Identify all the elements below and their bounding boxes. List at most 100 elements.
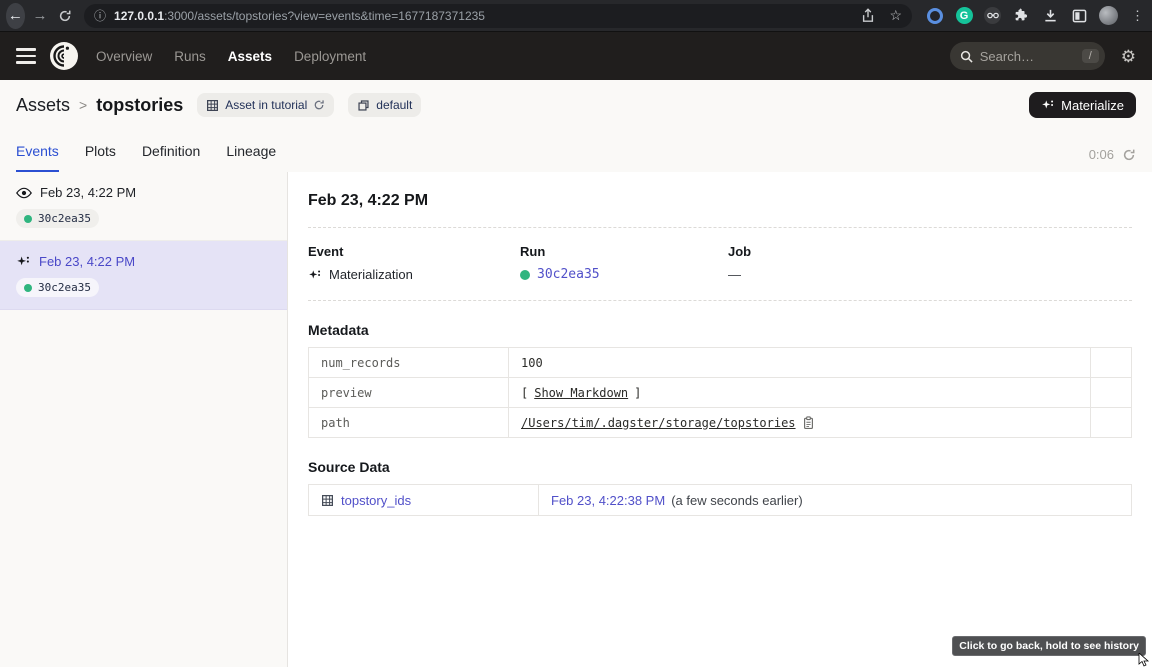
metadata-extra-cell (1091, 348, 1131, 377)
search-placeholder: Search… (980, 49, 1034, 64)
table-row: preview [ Show Markdown] (309, 378, 1131, 408)
grammarly-extension-icon[interactable]: G (955, 7, 973, 25)
run-status-dot (520, 270, 530, 280)
run-id-link[interactable]: 30c2ea35 (537, 267, 600, 282)
event-detail-panel: Feb 23, 4:22 PM Event Materialization (288, 172, 1152, 667)
run-status-dot (24, 215, 32, 223)
materialize-button-label: Materialize (1061, 98, 1124, 113)
run-id-tag[interactable]: 30c2ea35 (16, 209, 99, 228)
show-markdown-link[interactable]: Show Markdown (534, 386, 628, 400)
run-id: 30c2ea35 (38, 212, 91, 225)
metadata-extra-cell (1091, 378, 1131, 407)
table-row: path /Users/tim/.dagster/storage/topstor… (309, 408, 1131, 438)
reload-icon (58, 9, 72, 23)
source-timestamp-link[interactable]: Feb 23, 4:22:38 PM (551, 493, 665, 508)
metadata-heading: Metadata (308, 322, 1132, 338)
metadata-key: num_records (309, 348, 509, 377)
table-row: topstory_ids Feb 23, 4:22:38 PM (a few s… (309, 485, 1131, 515)
nav-item-assets[interactable]: Assets (228, 49, 272, 64)
browser-menu-icon[interactable]: ⋮ (1131, 8, 1144, 24)
extensions-puzzle-icon[interactable] (1012, 7, 1030, 25)
divider (308, 227, 1132, 228)
table-grid-icon (321, 494, 334, 507)
run-id: 30c2ea35 (38, 281, 91, 294)
downloads-icon[interactable] (1041, 7, 1059, 25)
breadcrumb-assets[interactable]: Assets (16, 95, 70, 116)
page-title-asset-name: topstories (96, 95, 183, 116)
settings-gear-icon[interactable]: ⚙ (1121, 48, 1136, 65)
run-id-tag[interactable]: 30c2ea35 (16, 278, 99, 297)
asset-group-tag[interactable]: Asset in tutorial (197, 93, 334, 117)
password-extension-icon[interactable] (926, 7, 944, 25)
run-status-dot (24, 284, 32, 292)
table-grid-icon (206, 99, 219, 112)
browser-toolbar: ← → ⓘ 127.0.0.1 :3000/assets/topstories?… (0, 0, 1152, 32)
upstream-asset-link[interactable]: topstory_ids (341, 493, 411, 508)
browser-back-button[interactable]: ← (6, 3, 25, 29)
reload-definitions-icon[interactable] (313, 99, 325, 111)
app-navbar: Overview Runs Assets Deployment Search… … (0, 32, 1152, 80)
divider (308, 300, 1132, 301)
tab-events[interactable]: Events (16, 143, 59, 172)
site-info-icon[interactable]: ⓘ (94, 7, 106, 24)
browser-extensions: G (926, 6, 1152, 25)
metadata-value: 100 (521, 356, 543, 370)
tab-definition[interactable]: Definition (142, 143, 200, 172)
profile-avatar[interactable] (1099, 6, 1118, 25)
glasses-extension-icon[interactable] (984, 7, 1001, 24)
bookmark-icon[interactable]: ☆ (889, 7, 902, 24)
repo-location-tag-label: default (376, 98, 412, 112)
sparkle-icon (1041, 98, 1055, 112)
refresh-countdown: 0:06 (1089, 147, 1114, 162)
run-column-label: Run (520, 244, 728, 259)
metadata-key: preview (309, 378, 509, 407)
sparkle-icon (16, 254, 31, 269)
browser-forward-button[interactable]: → (31, 3, 50, 29)
dagster-asset-page: ← → ⓘ 127.0.0.1 :3000/assets/topstories?… (0, 0, 1152, 667)
tab-plots[interactable]: Plots (85, 143, 116, 172)
search-input[interactable]: Search… / (950, 42, 1105, 70)
metadata-table: num_records 100 preview [Show Markdown] … (308, 347, 1132, 438)
source-timestamp-note: (a few seconds earlier) (671, 493, 803, 508)
job-column-label: Job (728, 244, 751, 259)
job-value: — (728, 267, 741, 282)
address-bar[interactable]: ⓘ 127.0.0.1 :3000/assets/topstories?view… (84, 4, 912, 28)
search-icon (960, 50, 973, 63)
copy-to-clipboard-icon[interactable] (802, 416, 815, 430)
url-host: 127.0.0.1 (114, 9, 164, 23)
asset-tabs: Events Plots Definition Lineage 0:06 (0, 130, 1152, 172)
eye-icon (16, 187, 32, 199)
asset-group-tag-label: Asset in tutorial (225, 98, 307, 112)
hamburger-menu-icon[interactable] (16, 48, 36, 64)
sparkle-icon (308, 268, 322, 282)
path-link[interactable]: /Users/tim/.dagster/storage/topstories (521, 416, 796, 430)
browser-reload-button[interactable] (55, 3, 74, 29)
bracket: ] (634, 386, 641, 400)
tab-lineage[interactable]: Lineage (226, 143, 276, 172)
event-type-value: Materialization (329, 267, 413, 282)
source-data-table: topstory_ids Feb 23, 4:22:38 PM (a few s… (308, 484, 1132, 516)
refresh-icon[interactable] (1122, 148, 1136, 162)
event-list-item-materialization[interactable]: Feb 23, 4:22 PM 30c2ea35 (0, 241, 287, 310)
event-list-item-observation[interactable]: Feb 23, 4:22 PM 30c2ea35 (0, 172, 287, 241)
copy-squares-icon (357, 99, 370, 112)
breadcrumb-separator: > (79, 97, 87, 113)
event-timestamp: Feb 23, 4:22 PM (39, 254, 135, 269)
side-panel-icon[interactable] (1070, 7, 1088, 25)
event-timestamp: Feb 23, 4:22 PM (40, 185, 136, 200)
source-data-heading: Source Data (308, 459, 1132, 475)
back-button-tooltip: Click to go back, hold to see history (952, 636, 1146, 656)
events-sidebar: Feb 23, 4:22 PM 30c2ea35 Feb 23, 4:22 PM (0, 172, 288, 667)
materialize-button[interactable]: Materialize (1029, 92, 1136, 118)
repo-location-tag[interactable]: default (348, 93, 421, 117)
page-header: Assets > topstories Asset in tutorial (0, 80, 1152, 130)
nav-item-deployment[interactable]: Deployment (294, 49, 366, 64)
url-path: :3000/assets/topstories?view=events&time… (164, 9, 485, 23)
dagster-logo[interactable] (50, 42, 78, 70)
bracket: [ (521, 386, 528, 400)
table-row: num_records 100 (309, 348, 1131, 378)
nav-item-runs[interactable]: Runs (174, 49, 206, 64)
nav-item-overview[interactable]: Overview (96, 49, 152, 64)
metadata-extra-cell (1091, 408, 1131, 437)
share-icon[interactable] (861, 8, 875, 23)
